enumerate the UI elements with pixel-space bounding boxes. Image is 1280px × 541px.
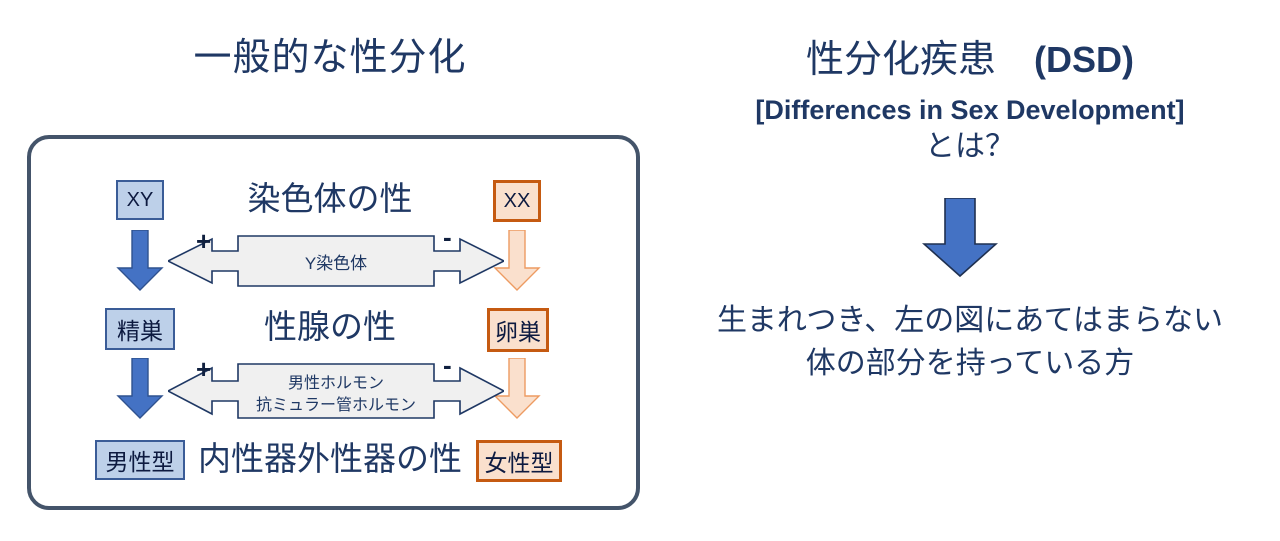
box-male-type: 男性型	[95, 440, 185, 480]
right-panel-body-line1: 生まれつき、左の図にあてはまらない	[716, 304, 1224, 337]
banner-y-chromosome: Y染色体	[168, 232, 504, 290]
right-panel-title-question: とは？	[925, 130, 1015, 163]
right-panel-title-subtitle: [Differences in Sex Development]	[755, 95, 1185, 125]
double-arrow-icon-1	[168, 235, 504, 287]
sign-minus-hormones: -	[443, 350, 452, 380]
down-arrow-icon-blue-2	[116, 358, 164, 419]
box-testis: 精巣	[105, 308, 175, 350]
banner-hormones: 男性ホルモン 抗ミュラー管ホルモン	[168, 360, 504, 422]
sign-plus-hormones: +	[196, 354, 212, 384]
diagram-row-label-organ: 内性器外性器の性	[198, 440, 462, 477]
box-xx: XX	[493, 180, 541, 222]
right-panel-body-line2: 体の部分を持っている方	[805, 346, 1135, 380]
right-panel-title: 性分化疾患 (DSD)	[660, 39, 1280, 82]
right-panel-title-ja: 性分化疾患	[806, 39, 1035, 81]
box-ovary: 卵巣	[487, 308, 549, 352]
diagram-row-label-gonad: 性腺の性	[264, 308, 396, 345]
sign-plus-chromosome: +	[196, 226, 212, 256]
down-arrow-icon-blue-1	[116, 230, 164, 291]
right-panel-body: 生まれつき、左の図にあてはまらない 体の部分を持っている方	[660, 300, 1280, 385]
left-panel-title: 一般的な性分化	[193, 37, 467, 79]
diagram-row-label-chromosome: 染色体の性	[247, 180, 413, 217]
down-arrow-icon-large	[922, 198, 998, 278]
box-xy: XY	[116, 180, 164, 220]
right-panel-title-abbr: (DSD)	[1034, 39, 1134, 80]
sign-minus-chromosome: -	[443, 222, 452, 252]
box-female-type: 女性型	[476, 440, 562, 482]
double-arrow-icon-2	[168, 363, 504, 419]
